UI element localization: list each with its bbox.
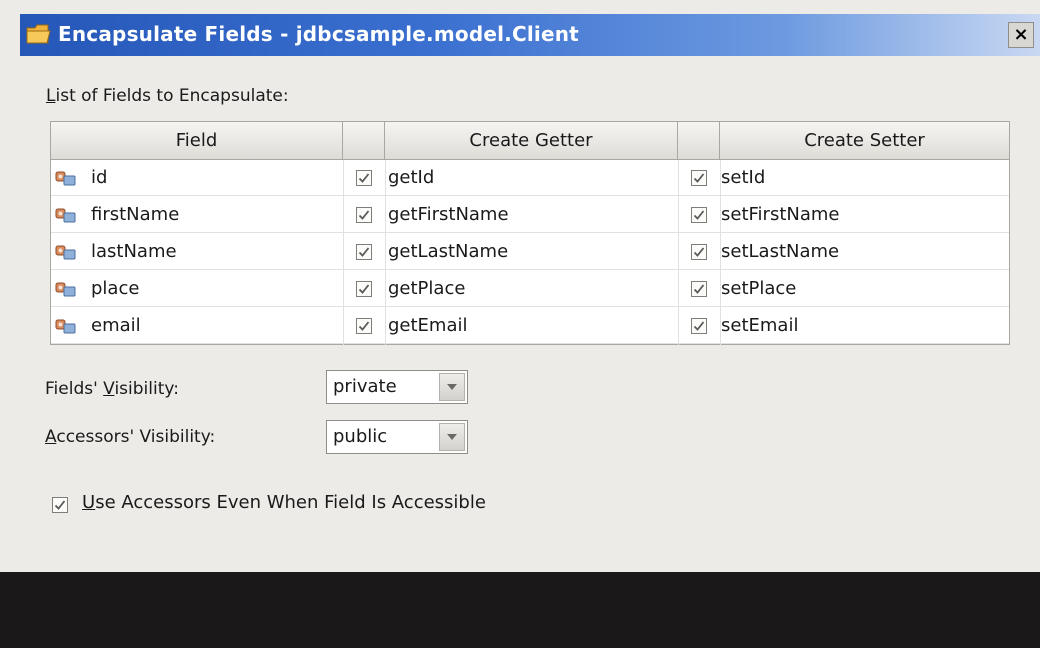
setter-name[interactable]: setEmail — [721, 308, 798, 343]
table-row[interactable]: lastName getLastName setLastName — [51, 234, 1009, 270]
column-header-setter-check[interactable] — [678, 122, 720, 160]
checkmark-icon — [693, 247, 705, 257]
field-icon — [55, 279, 77, 299]
checkmark-icon — [358, 321, 370, 331]
table-row[interactable]: email getEmail setEmail — [51, 308, 1009, 344]
checkmark-icon — [358, 284, 370, 294]
create-getter-checkbox[interactable] — [356, 318, 372, 334]
title-bar: Encapsulate Fields - jdbcsample.model.Cl… — [20, 14, 1040, 56]
field-name: firstName — [91, 204, 180, 225]
encapsulate-fields-dialog: Encapsulate Fields - jdbcsample.model.Cl… — [0, 0, 1040, 572]
field-name: id — [91, 167, 108, 188]
checkmark-icon — [54, 500, 66, 510]
getter-name[interactable]: getId — [388, 160, 434, 195]
checkmark-icon — [358, 247, 370, 257]
create-setter-checkbox[interactable] — [691, 170, 707, 186]
dropdown-arrow-icon[interactable] — [439, 373, 465, 401]
getter-name[interactable]: getFirstName — [388, 197, 509, 232]
create-getter-checkbox[interactable] — [356, 170, 372, 186]
accessors-visibility-label-text: Accessors' Visibility: — [45, 427, 216, 447]
use-accessors-label[interactable]: Use Accessors Even When Field Is Accessi… — [82, 492, 486, 513]
fields-visibility-value: private — [333, 376, 397, 397]
column-header-field[interactable]: Field — [51, 122, 343, 160]
checkmark-icon — [358, 210, 370, 220]
column-header-getter-check[interactable] — [343, 122, 385, 160]
close-icon: × — [1013, 24, 1029, 45]
getter-name[interactable]: getPlace — [388, 271, 465, 306]
checkmark-icon — [358, 173, 370, 183]
folder-icon — [26, 22, 52, 46]
fields-table: Field Create Getter Create Setter id getI… — [50, 121, 1010, 346]
create-getter-checkbox[interactable] — [356, 244, 372, 260]
field-icon — [55, 242, 77, 262]
close-button[interactable]: × — [1008, 22, 1034, 48]
create-getter-checkbox[interactable] — [356, 207, 372, 223]
field-icon — [55, 168, 77, 188]
checkmark-icon — [693, 210, 705, 220]
table-row[interactable]: place getPlace setPlace — [51, 271, 1009, 307]
field-icon — [55, 316, 77, 336]
getter-name[interactable]: getLastName — [388, 234, 508, 269]
checkmark-icon — [693, 284, 705, 294]
create-setter-checkbox[interactable] — [691, 318, 707, 334]
field-name: place — [91, 278, 140, 299]
accessors-visibility-label: Accessors' Visibility: — [45, 427, 215, 447]
field-name: lastName — [91, 241, 177, 262]
table-row[interactable]: firstName getFirstName setFirstName — [51, 197, 1009, 233]
setter-name[interactable]: setId — [721, 160, 765, 195]
accessors-visibility-select[interactable]: public — [326, 420, 468, 454]
dialog-title: Encapsulate Fields - jdbcsample.model.Cl… — [58, 22, 579, 46]
use-accessors-label-text: Use Accessors Even When Field Is Accessi… — [82, 492, 486, 513]
checkmark-icon — [693, 173, 705, 183]
table-row[interactable]: id getId setId — [51, 160, 1009, 196]
table-header: Field Create Getter Create Setter — [51, 122, 1009, 160]
fields-visibility-label: Fields' Visibility: — [45, 379, 179, 399]
fields-list-label-text: List of Fields to Encapsulate: — [46, 86, 289, 106]
column-header-create-getter[interactable]: Create Getter — [385, 122, 678, 160]
create-getter-checkbox[interactable] — [356, 281, 372, 297]
setter-name[interactable]: setFirstName — [721, 197, 840, 232]
accessors-visibility-value: public — [333, 426, 388, 447]
column-header-create-setter[interactable]: Create Setter — [720, 122, 1009, 160]
fields-list-label: List of Fields to Encapsulate: — [46, 86, 289, 106]
create-setter-checkbox[interactable] — [691, 281, 707, 297]
fields-visibility-select[interactable]: private — [326, 370, 468, 404]
getter-name[interactable]: getEmail — [388, 308, 468, 343]
create-setter-checkbox[interactable] — [691, 207, 707, 223]
setter-name[interactable]: setPlace — [721, 271, 796, 306]
checkmark-icon — [693, 321, 705, 331]
field-name: email — [91, 315, 141, 336]
field-icon — [55, 205, 77, 225]
dropdown-arrow-icon[interactable] — [439, 423, 465, 451]
fields-visibility-label-text: Fields' Visibility: — [45, 379, 179, 399]
use-accessors-checkbox[interactable] — [52, 497, 68, 513]
create-setter-checkbox[interactable] — [691, 244, 707, 260]
setter-name[interactable]: setLastName — [721, 234, 839, 269]
bottom-dark-band — [0, 572, 1040, 648]
